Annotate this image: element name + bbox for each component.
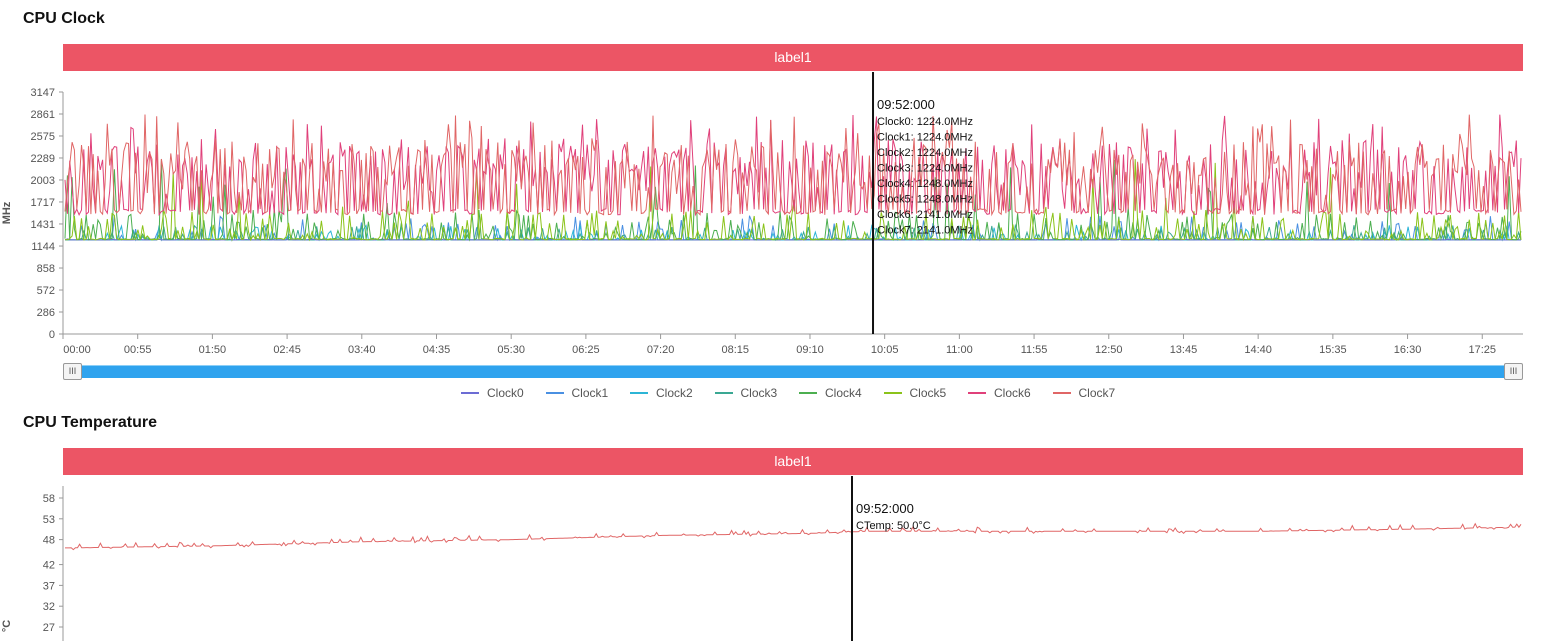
cpu-clock-chart[interactable]: 0 286 572 858 1144 1431 1717 2003 2289 2575 2861 31…: [0, 72, 1552, 370]
x-tick-label: 07:20: [647, 344, 675, 356]
x-tick-label: 00:00: [63, 344, 91, 356]
x-tick-label: 16:30: [1394, 344, 1422, 356]
y-tick-label: 37: [43, 580, 55, 592]
x-tick-label: 08:15: [722, 344, 750, 356]
legend-label: Clock6: [994, 386, 1031, 400]
legend-item-clock5[interactable]: Clock5: [883, 386, 947, 400]
x-tick-label: 11:00: [946, 344, 973, 356]
y-tick-label: 53: [43, 514, 55, 526]
y-tick-label: 2003: [31, 175, 55, 187]
legend-label: Clock5: [909, 386, 947, 400]
legend-swatch: [545, 392, 564, 394]
clock-legend: Clock0 Clock1 Clock2 Clock3 Clock4 Clock5 Cloc…: [0, 386, 1552, 404]
legend-label: Clock7: [1078, 386, 1116, 400]
x-tick-label: 12:50: [1095, 344, 1123, 356]
clock-label-bar: label1: [63, 44, 1523, 71]
y-tick-label: 2861: [31, 109, 55, 121]
temp-label-bar: label1: [63, 448, 1523, 475]
cpu-temperature-title: CPU Temperature: [23, 414, 157, 431]
x-tick-label: 13:45: [1170, 344, 1198, 356]
legend-swatch: [968, 392, 986, 394]
tooltip-line: Clock7: 2141.0MHz: [877, 225, 973, 237]
legend-item-clock1[interactable]: Clock1: [545, 386, 609, 400]
legend-label: Clock4: [825, 386, 862, 400]
legend-swatch: [1052, 392, 1071, 394]
x-tick-label: 15:35: [1319, 344, 1347, 356]
x-tick-label: 02:45: [273, 344, 301, 356]
legend-label: Clock0: [487, 386, 524, 400]
y-tick-label: 2575: [31, 131, 55, 143]
series-line-ctemp: [65, 522, 1522, 551]
y-tick-label: 1431: [31, 219, 55, 231]
legend-item-clock2[interactable]: Clock2: [630, 386, 693, 400]
tooltip-line: Clock0: 1224.0MHz: [877, 116, 973, 128]
y-tick-label: 286: [37, 307, 55, 319]
cpu-temperature-chart[interactable]: 27 32 37 42 48 53 58 °C 09:52:000 CTemp: 50.0°C: [0, 476, 1552, 641]
tooltip-line: Clock3: 1224.0MHz: [877, 163, 973, 175]
tooltip-line: Clock5: 1248.0MHz: [877, 194, 973, 206]
legend-label: Clock2: [656, 386, 693, 400]
slider-start-handle[interactable]: III: [63, 363, 82, 380]
x-tick-label: 05:30: [497, 344, 525, 356]
y-tick-label: 858: [37, 263, 55, 275]
legend-item-clock0[interactable]: Clock0: [461, 386, 524, 400]
y-tick-label: 3147: [31, 87, 55, 99]
y-tick-label: 42: [43, 560, 55, 572]
y-tick-label: 32: [43, 601, 55, 613]
tooltip-time: 09:52:000: [877, 97, 935, 112]
legend-item-clock6[interactable]: Clock6: [968, 386, 1031, 400]
legend-swatch: [630, 392, 648, 394]
legend-swatch: [883, 392, 902, 394]
legend-label: Clock3: [740, 386, 778, 400]
tooltip-line: Clock1: 1224.0MHz: [877, 132, 973, 144]
x-tick-label: 14:40: [1244, 344, 1272, 356]
x-tick-label: 09:10: [796, 344, 824, 356]
legend-swatch: [799, 392, 817, 394]
legend-item-clock4[interactable]: Clock4: [799, 386, 862, 400]
y-tick-label: 2289: [31, 153, 55, 165]
x-tick-label: 17:25: [1468, 344, 1496, 356]
y-axis-unit: MHz: [1, 201, 13, 224]
y-tick-label: 0: [49, 329, 55, 341]
x-tick-label: 03:40: [348, 344, 376, 356]
x-tick-label: 06:25: [572, 344, 600, 356]
tooltip-time: 09:52:000: [856, 501, 914, 516]
tooltip-line: Clock2: 1224.0MHz: [877, 147, 973, 159]
slider-track[interactable]: [63, 365, 1523, 378]
y-axis-unit: °C: [1, 620, 13, 632]
y-tick-label: 572: [37, 285, 55, 297]
tooltip-line: Clock4: 1248.0MHz: [877, 178, 973, 190]
y-tick-label: 27: [43, 622, 55, 634]
x-tick-label: 00:55: [124, 344, 152, 356]
legend-swatch: [714, 392, 733, 394]
x-tick-label: 10:05: [871, 344, 899, 356]
y-tick-label: 58: [43, 493, 55, 505]
legend-item-clock7[interactable]: Clock7: [1052, 386, 1116, 400]
y-tick-label: 1144: [31, 241, 55, 253]
legend-swatch: [461, 392, 479, 394]
x-tick-label: 11:55: [1021, 344, 1048, 356]
y-tick-label: 1717: [31, 197, 55, 209]
x-tick-label: 04:35: [423, 344, 451, 356]
cpu-clock-title: CPU Clock: [23, 10, 105, 27]
x-tick-label: 01:50: [199, 344, 227, 356]
tooltip-line: Clock6: 2141.0MHz: [877, 209, 973, 221]
tooltip-line: CTemp: 50.0°C: [856, 520, 931, 532]
legend-label: Clock1: [571, 386, 609, 400]
y-tick-label: 48: [43, 535, 55, 547]
legend-item-clock3[interactable]: Clock3: [714, 386, 778, 400]
time-range-slider[interactable]: III III: [63, 363, 1523, 380]
slider-end-handle[interactable]: III: [1504, 363, 1523, 380]
